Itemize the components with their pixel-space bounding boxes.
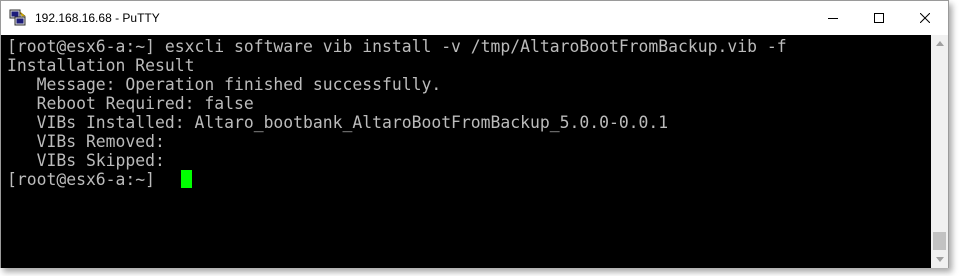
terminal-cursor [181,170,192,188]
minimize-icon [828,18,838,19]
terminal-line-vibs-skipped: VIBs Skipped: [7,151,165,170]
scroll-down-button[interactable] [931,251,948,268]
terminal-line-reboot: Reboot Required: false [7,94,254,113]
maximize-icon [874,13,884,23]
terminal-screen[interactable]: [root@esx6-a:~] esxcli software vib inst… [1,35,931,268]
close-button[interactable] [902,1,948,35]
scroll-up-icon [935,41,944,46]
terminal-line-result-header: Installation Result [7,56,195,75]
window-title: 192.168.16.68 - PuTTY [35,11,160,25]
close-icon [920,13,930,23]
terminal-line-vibs-installed: VIBs Installed: Altaro_bootbank_AltaroBo… [7,113,669,132]
putty-window: 192.168.16.68 - PuTTY [root@esx6-a:~] es… [0,0,949,268]
maximize-button[interactable] [856,1,902,35]
terminal-line-prompt: [root@esx6-a:~] [7,170,165,189]
minimize-button[interactable] [810,1,856,35]
title-bar[interactable]: 192.168.16.68 - PuTTY [1,1,948,35]
window-controls [810,1,948,35]
scroll-up-button[interactable] [931,35,948,52]
terminal-line-command: [root@esx6-a:~] esxcli software vib inst… [7,37,787,56]
scroll-down-icon [935,257,944,262]
terminal-line-vibs-removed: VIBs Removed: [7,132,165,151]
vertical-scrollbar[interactable] [931,35,948,268]
scrollbar-thumb[interactable] [933,232,946,250]
putty-icon[interactable] [9,9,27,27]
terminal-line-message: Message: Operation finished successfully… [7,75,442,94]
